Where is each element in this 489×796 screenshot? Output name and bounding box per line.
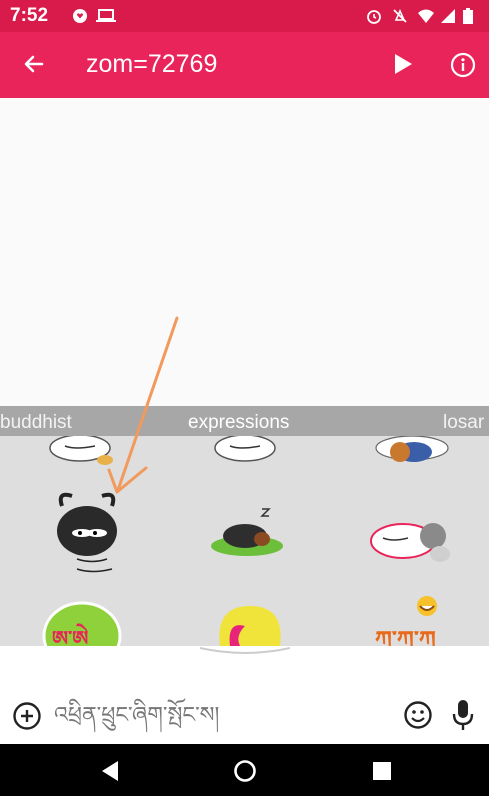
sticker-speech-bubble-1[interactable] bbox=[45, 436, 115, 466]
sticker-yellow-letter[interactable] bbox=[205, 601, 290, 646]
status-time: 7:52 bbox=[10, 5, 49, 26]
category-tab-expressions[interactable]: expressions bbox=[188, 412, 289, 434]
laptop-icon bbox=[96, 9, 116, 22]
message-input[interactable]: འཕྲིན་ཕྲུང་ཞིག་སྤོང་ས། bbox=[54, 698, 384, 732]
sticker-monk-bubble[interactable] bbox=[372, 436, 452, 464]
battery-icon bbox=[463, 8, 473, 24]
sticker-overflow-strip bbox=[0, 646, 489, 686]
app-bar: zom=72769 bbox=[0, 32, 489, 98]
sticker-yak-sleeping[interactable] bbox=[207, 504, 287, 559]
category-tab-losar[interactable]: losar bbox=[443, 412, 484, 434]
nav-home-icon[interactable] bbox=[233, 759, 257, 783]
microphone-icon[interactable] bbox=[452, 698, 474, 732]
sticker-speech-bubble-2[interactable] bbox=[210, 436, 280, 466]
sticker-old-man-bubble[interactable] bbox=[368, 514, 453, 564]
message-area bbox=[0, 98, 489, 406]
signal-icon bbox=[441, 9, 455, 23]
do-not-disturb-icon bbox=[393, 9, 407, 23]
wifi-icon bbox=[418, 9, 434, 23]
sticker-yak-angry[interactable] bbox=[42, 491, 132, 576]
sticker-green-text: ཨ་ཨེ bbox=[52, 628, 89, 646]
status-bar: 7:52 bbox=[0, 0, 489, 32]
composer-bar: འཕྲིན་ཕྲུང་ཞིག་སྤོང་ས། bbox=[0, 686, 489, 744]
nav-back-icon[interactable] bbox=[98, 759, 122, 783]
add-circle-icon[interactable] bbox=[12, 701, 42, 731]
page-title: zom=72769 bbox=[86, 50, 218, 78]
chat-heart-icon bbox=[73, 9, 87, 23]
sticker-category-bar: buddhist expressions losar bbox=[0, 406, 489, 436]
emoji-icon[interactable] bbox=[403, 700, 433, 730]
sticker-shadow bbox=[200, 647, 290, 654]
alarm-icon bbox=[367, 10, 381, 24]
category-tab-buddhist[interactable]: buddhist bbox=[0, 412, 72, 434]
sticker-grid: ཨ་ཨེ ཀ་ཀ་ཀ bbox=[0, 436, 489, 646]
system-nav-bar bbox=[0, 744, 489, 796]
play-icon[interactable] bbox=[390, 52, 414, 76]
back-arrow-icon[interactable] bbox=[22, 52, 46, 76]
sticker-kakaka-text: ཀ་ཀ་ཀ bbox=[375, 627, 436, 646]
info-icon[interactable] bbox=[450, 52, 476, 78]
nav-recents-icon[interactable] bbox=[370, 759, 394, 783]
